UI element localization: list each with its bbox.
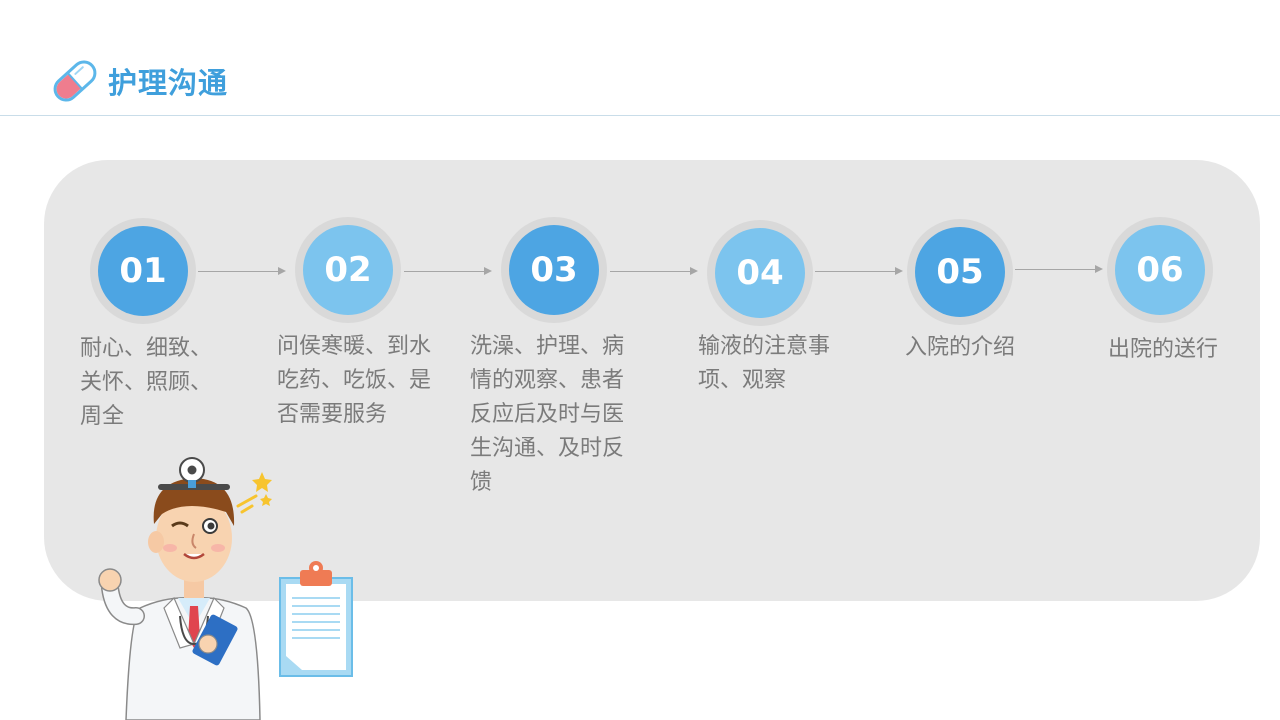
step-number-3: 03 — [509, 225, 599, 315]
step-text-2: 问侯寒暖、到水吃药、吃饭、是否需要服务 — [277, 334, 432, 427]
step-badge-2: 02 — [295, 217, 401, 323]
step-badge-5: 05 — [907, 219, 1013, 325]
connector-arrow-3 — [610, 267, 698, 275]
page-title: 护理沟通 — [108, 66, 229, 100]
connector-arrow-2 — [404, 267, 492, 275]
header-divider — [0, 115, 1280, 116]
connector-arrow-1 — [198, 267, 286, 275]
step-text-5: 入院的介绍 — [905, 335, 1016, 360]
pill-capsule-icon — [53, 60, 97, 102]
step-badge-3: 03 — [501, 217, 607, 323]
step-text-6: 出院的送行 — [1108, 337, 1219, 362]
connector-arrow-4 — [815, 267, 903, 275]
step-text-4: 输液的注意事项、观察 — [698, 334, 831, 393]
step-badge-6: 06 — [1107, 217, 1213, 323]
step-badge-4: 04 — [707, 220, 813, 326]
step-number-1: 01 — [98, 226, 188, 316]
step-text-1: 耐心、细致、关怀、照顾、周全 — [80, 336, 213, 429]
connector-arrow-5 — [1015, 265, 1103, 273]
step-number-2: 02 — [303, 225, 393, 315]
clipboard-illustration — [279, 561, 353, 677]
step-number-5: 05 — [915, 227, 1005, 317]
step-number-4: 04 — [715, 228, 805, 318]
step-badge-1: 01 — [90, 218, 196, 324]
step-text-3: 洗澡、护理、病情的观察、患者反应后及时与医生沟通、及时反馈 — [470, 334, 625, 495]
doctor-illustration — [98, 457, 272, 720]
step-number-6: 06 — [1115, 225, 1205, 315]
